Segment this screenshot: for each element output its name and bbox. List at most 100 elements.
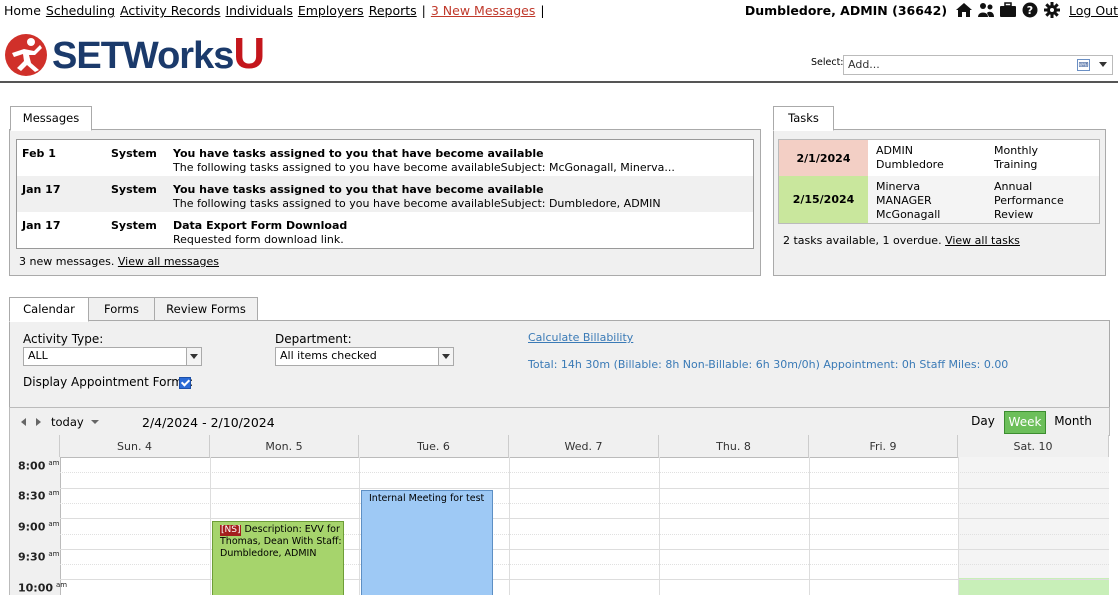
day-header[interactable]: Sun. 4 <box>60 435 210 458</box>
chevron-down-icon[interactable] <box>1099 62 1107 67</box>
task-row[interactable]: 2/1/2024 ADMIN Dumbledore Monthly Training <box>779 140 1099 176</box>
day-divider <box>210 457 211 595</box>
select-label: Select: <box>811 57 844 68</box>
task-date: 2/15/2024 <box>779 176 868 223</box>
briefcase-icon[interactable] <box>999 2 1017 18</box>
messages-count: 3 new messages. <box>19 255 115 268</box>
add-select[interactable]: Add... ⌨ <box>843 55 1113 75</box>
time-label: 9:00 am <box>18 520 60 534</box>
day-divider <box>809 457 810 595</box>
day-divider <box>659 457 660 595</box>
day-header[interactable]: Mon. 5 <box>210 435 359 458</box>
tasks-footer: 2 tasks available, 1 overdue. View all t… <box>783 234 1020 247</box>
message-row[interactable]: Jan 17 System Data Export Form Download … <box>17 212 753 248</box>
prev-arrow-icon[interactable] <box>21 418 26 426</box>
date-range: 2/4/2024 - 2/10/2024 <box>142 415 275 430</box>
top-navigation: Home Scheduling Activity Records Individual… <box>0 0 1118 22</box>
messages-footer: 3 new messages. View all messages <box>19 255 219 268</box>
view-all-messages-link[interactable]: View all messages <box>118 255 219 268</box>
today-button[interactable]: today <box>51 415 84 429</box>
message-subject[interactable]: Data Export Form Download <box>173 219 347 232</box>
message-body: Requested form download link. <box>173 233 344 246</box>
task-assignee: Minerva MANAGER McGonagall <box>876 180 941 221</box>
message-from: System <box>111 147 157 160</box>
message-date: Jan 17 <box>22 219 61 232</box>
home-icon[interactable] <box>955 2 973 18</box>
header: SETWorksU Select: Add... ⌨ <box>0 25 1118 83</box>
billability-totals: Total: 14h 30m (Billable: 8h Non-Billabl… <box>528 358 1009 371</box>
messages-list: Feb 1 System You have tasks assigned to … <box>16 139 754 249</box>
message-subject[interactable]: You have tasks assigned to you that have… <box>173 147 544 160</box>
tab-calendar[interactable]: Calendar <box>9 297 89 322</box>
message-subject[interactable]: You have tasks assigned to you that have… <box>173 183 544 196</box>
message-body: The following tasks assigned to you have… <box>173 197 661 210</box>
gear-icon[interactable] <box>1043 2 1061 18</box>
day-header[interactable]: Wed. 7 <box>509 435 659 458</box>
nav-reports[interactable]: Reports <box>369 3 417 18</box>
activity-type-select[interactable]: ALL <box>23 347 202 366</box>
display-forms-label: Display Appointment Forms: <box>23 375 194 389</box>
message-row[interactable]: Jan 17 System You have tasks assigned to… <box>17 176 753 212</box>
message-row[interactable]: Feb 1 System You have tasks assigned to … <box>17 140 753 176</box>
svg-text:?: ? <box>1027 4 1033 17</box>
messages-panel: Feb 1 System You have tasks assigned to … <box>9 129 761 276</box>
saturday-column[interactable] <box>958 457 1109 595</box>
user-area: Dumbledore, ADMIN (36642) ? Log Out <box>745 2 1118 18</box>
calendar-filters: Activity Type: ALL Department: All items… <box>9 320 1110 408</box>
chevron-down-icon[interactable] <box>438 348 453 365</box>
department-select[interactable]: All items checked <box>275 347 454 366</box>
nav-separator: | <box>540 3 545 18</box>
day-header[interactable]: Fri. 9 <box>809 435 958 458</box>
message-from: System <box>111 183 157 196</box>
calculate-billability-link[interactable]: Calculate Billability <box>528 331 633 344</box>
saturday-highlight <box>958 578 1109 595</box>
app-logo[interactable]: SETWorksU <box>4 32 265 77</box>
day-header[interactable]: Tue. 6 <box>359 435 509 458</box>
message-date: Jan 17 <box>22 183 61 196</box>
nav-activity-records[interactable]: Activity Records <box>120 3 220 18</box>
calendar-event[interactable]: [NS] Description: EVV for Thomas, Dean Wi… <box>212 521 344 595</box>
next-arrow-icon[interactable] <box>36 418 41 426</box>
activity-type-value: ALL <box>28 349 48 362</box>
keyboard-icon[interactable]: ⌨ <box>1077 59 1090 71</box>
nav-employers[interactable]: Employers <box>298 3 364 18</box>
view-day-button[interactable]: Day <box>966 411 1000 432</box>
nav-home[interactable]: Home <box>4 3 41 18</box>
add-select-placeholder: Add... <box>848 58 880 71</box>
view-month-button[interactable]: Month <box>1049 411 1097 432</box>
tab-review-forms[interactable]: Review Forms <box>154 297 258 321</box>
nav-individuals[interactable]: Individuals <box>225 3 292 18</box>
time-label: 8:00 am <box>18 459 60 473</box>
message-date: Feb 1 <box>22 147 56 160</box>
activity-type-label: Activity Type: <box>23 332 104 346</box>
tab-forms[interactable]: Forms <box>88 297 155 321</box>
task-row[interactable]: 2/15/2024 Minerva MANAGER McGonagall Annua… <box>779 176 1099 223</box>
day-header[interactable]: Sat. 10 <box>958 435 1109 458</box>
view-week-button[interactable]: Week <box>1004 411 1046 434</box>
nav-new-messages[interactable]: 3 New Messages <box>431 3 535 18</box>
task-assignee: ADMIN Dumbledore <box>876 144 944 171</box>
logout-link[interactable]: Log Out <box>1069 3 1118 18</box>
users-icon[interactable] <box>977 2 995 18</box>
tasks-list: 2/1/2024 ADMIN Dumbledore Monthly Training… <box>778 139 1100 224</box>
chevron-down-icon[interactable] <box>186 348 201 365</box>
tasks-panel: 2/1/2024 ADMIN Dumbledore Monthly Training… <box>773 129 1106 276</box>
day-divider <box>359 457 360 595</box>
tab-messages[interactable]: Messages <box>10 106 92 131</box>
time-column: 8:00 am 8:30 am 9:00 am 9:30 am 10:00 am <box>10 457 67 595</box>
calendar-event[interactable]: Internal Meeting for test <box>361 490 493 595</box>
display-forms-checkbox[interactable] <box>179 377 191 389</box>
calendar-toolbar: today 2/4/2024 - 2/10/2024 Day Week Mont… <box>9 407 1110 436</box>
task-name: Monthly Training <box>994 144 1039 171</box>
view-all-tasks-link[interactable]: View all tasks <box>945 234 1020 247</box>
half-hour-line <box>60 503 1109 504</box>
day-header[interactable]: Thu. 8 <box>659 435 809 458</box>
nav-scheduling[interactable]: Scheduling <box>46 3 115 18</box>
chevron-down-icon[interactable] <box>91 420 99 424</box>
event-text: Internal Meeting for test <box>369 493 485 504</box>
help-icon[interactable]: ? <box>1021 2 1039 18</box>
nav-separator: | <box>421 3 426 18</box>
tab-tasks[interactable]: Tasks <box>773 106 834 131</box>
message-body: The following tasks assigned to you have… <box>173 161 675 174</box>
task-date: 2/1/2024 <box>779 140 868 176</box>
